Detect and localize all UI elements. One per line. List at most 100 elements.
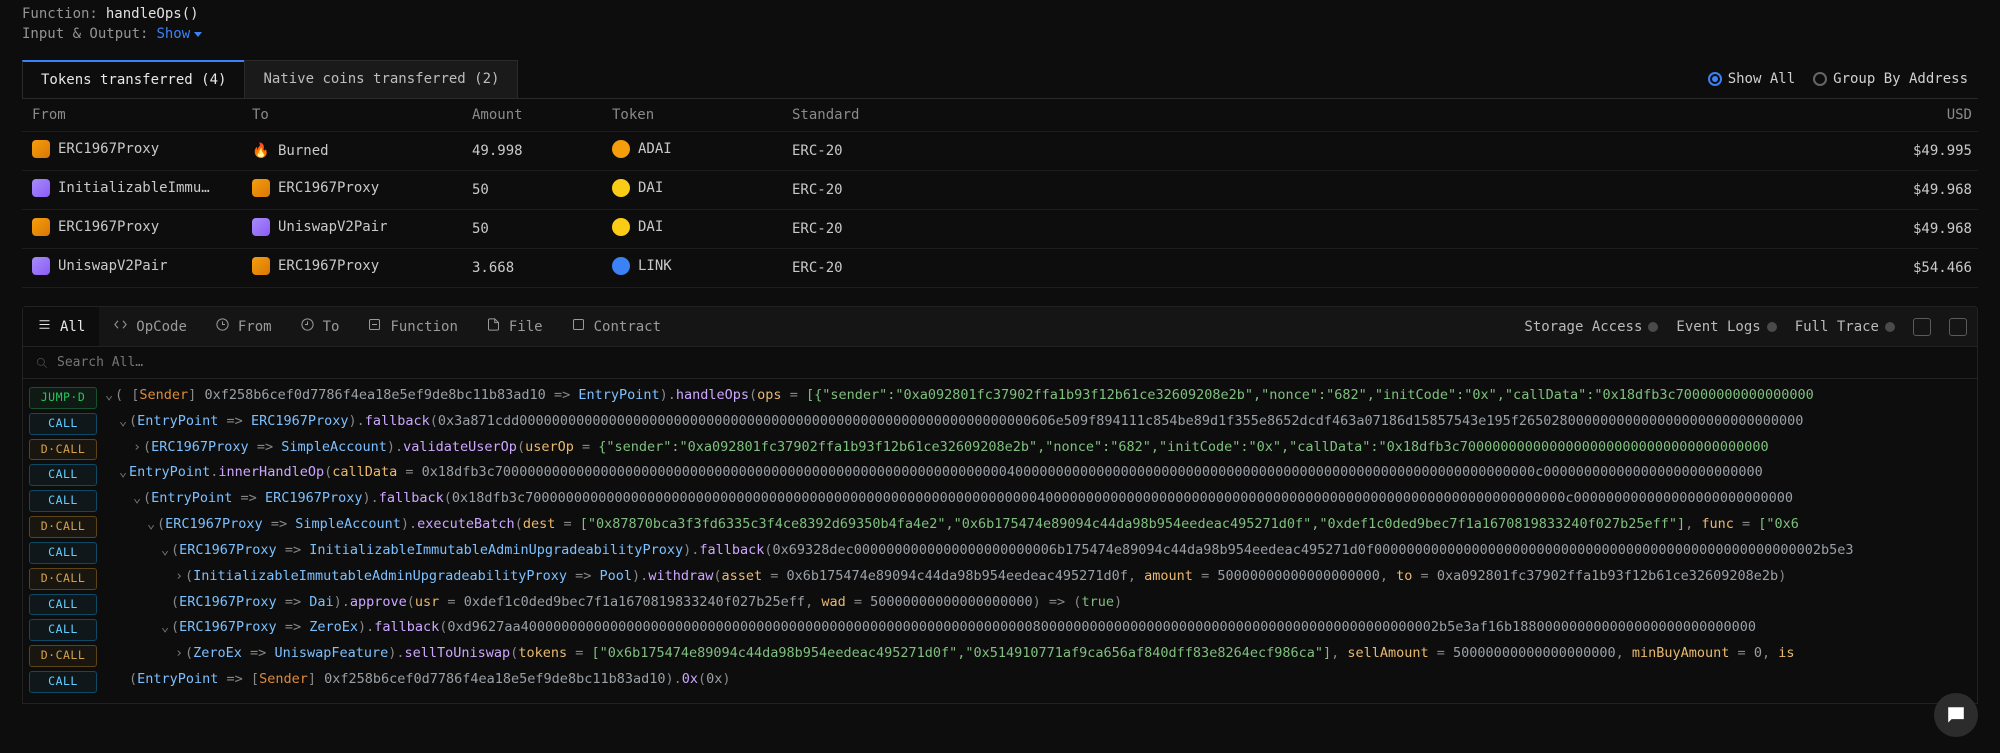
trace-row[interactable]: CALL⌄(ERC1967Proxy => ZeroEx).fallback(0… bbox=[29, 617, 1977, 643]
token-addr: 0x18dfb3c7000000000000000000000000000000… bbox=[452, 490, 1793, 506]
contract-icon bbox=[252, 257, 270, 275]
filter-tab-icon bbox=[113, 317, 128, 336]
opcode-pill: CALL bbox=[29, 542, 97, 564]
caret-down-icon[interactable]: ⌄ bbox=[147, 514, 157, 535]
token-punc: ). bbox=[334, 594, 350, 610]
token-contract: UniswapFeature bbox=[274, 645, 388, 661]
filter-tab-opcode[interactable]: OpCode bbox=[99, 307, 201, 346]
caret-down-icon[interactable]: ⌄ bbox=[105, 385, 115, 406]
token-punc: => bbox=[546, 387, 579, 403]
token-contract: ERC1967Proxy bbox=[265, 490, 363, 506]
token-punc: , bbox=[1616, 645, 1632, 661]
tab-tokens-transferred[interactable]: Tokens transferred (4) bbox=[22, 60, 245, 98]
table-row[interactable]: UniswapV2PairERC1967Proxy3.668LINKERC-20… bbox=[22, 249, 1978, 288]
collapse-button[interactable] bbox=[1949, 318, 1967, 336]
caret-down-icon[interactable]: ⌄ bbox=[133, 488, 143, 509]
col-standard: Standard bbox=[782, 99, 1426, 132]
trace-row[interactable]: D·CALL›(ZeroEx => UniswapFeature).sellTo… bbox=[29, 643, 1977, 669]
to-value: ERC1967Proxy bbox=[278, 180, 379, 196]
filter-tab-all[interactable]: All bbox=[23, 307, 99, 346]
caret-down-icon[interactable]: ⌄ bbox=[119, 462, 129, 483]
trace-row[interactable]: CALL⌄(ERC1967Proxy => InitializableImmut… bbox=[29, 540, 1977, 566]
tool-event-logs[interactable]: Event Logs bbox=[1676, 319, 1776, 335]
status-dot-icon bbox=[1767, 322, 1777, 332]
trace-row[interactable]: D·CALL⌄(ERC1967Proxy => SimpleAccount).e… bbox=[29, 514, 1977, 540]
opcode-pill: CALL bbox=[29, 413, 97, 435]
trace-row[interactable]: CALL⌄EntryPoint.innerHandleOp(callData =… bbox=[29, 462, 1977, 488]
token-addr: 0xdef1c0ded9bec7f1a1670819833240f027b25e… bbox=[464, 594, 805, 610]
filter-tab-file[interactable]: File bbox=[472, 307, 557, 346]
filter-tab-contract[interactable]: Contract bbox=[557, 307, 675, 346]
token-func: sellToUniswap bbox=[405, 645, 511, 661]
trace-row[interactable]: JUMP·D⌄( [Sender] 0xf258b6cef0d7786f4ea1… bbox=[29, 385, 1977, 411]
token-addr: 0x6b175474e89094c44da98b954eedeac495271d… bbox=[787, 568, 1128, 584]
caret-right-icon[interactable]: › bbox=[133, 437, 143, 458]
token-punc: ) bbox=[1114, 594, 1122, 610]
io-label: Input & Output: bbox=[22, 26, 148, 42]
caret-down-icon[interactable]: ⌄ bbox=[119, 411, 129, 432]
token-punc: = bbox=[574, 439, 598, 455]
trace-row[interactable]: CALL (EntryPoint => [Sender] 0xf258b6cef… bbox=[29, 669, 1977, 695]
token-symbol: ADAI bbox=[638, 141, 672, 157]
from-value: ERC1967Proxy bbox=[58, 141, 159, 157]
io-show-toggle[interactable]: Show bbox=[156, 26, 202, 42]
token-contract: Pool bbox=[600, 568, 633, 584]
to-value: UniswapV2Pair bbox=[278, 219, 388, 235]
filter-tab-label: Contract bbox=[594, 319, 661, 335]
token-sender: Sender bbox=[259, 671, 308, 687]
contract-icon bbox=[32, 218, 50, 236]
caret-spacer bbox=[119, 669, 129, 690]
filter-tab-icon bbox=[300, 317, 315, 336]
table-row[interactable]: ERC1967Proxy🔥Burned49.998ADAIERC-20$49.9… bbox=[22, 132, 1978, 171]
token-punc: => bbox=[263, 516, 296, 532]
tool-full-trace[interactable]: Full Trace bbox=[1795, 319, 1895, 335]
filter-tab-to[interactable]: To bbox=[286, 307, 354, 346]
tool-storage-access[interactable]: Storage Access bbox=[1524, 319, 1658, 335]
caret-down-icon[interactable]: ⌄ bbox=[161, 617, 171, 638]
token-lit: ["0x87870bca3f3fd6335c3f4ce8392d69350b4f… bbox=[580, 516, 1685, 532]
token-punc: ( bbox=[407, 594, 415, 610]
trace-row[interactable]: CALL⌄(EntryPoint => ERC1967Proxy).fallba… bbox=[29, 488, 1977, 514]
token-param: amount bbox=[1144, 568, 1193, 584]
caret-right-icon[interactable]: › bbox=[175, 566, 185, 587]
token-param: tokens bbox=[518, 645, 567, 661]
token-punc: ). bbox=[348, 413, 364, 429]
search-input[interactable] bbox=[57, 355, 1965, 370]
token-punc: ( bbox=[444, 490, 452, 506]
trace-row[interactable]: CALL⌄(EntryPoint => ERC1967Proxy).fallba… bbox=[29, 411, 1977, 437]
token-contract: EntryPoint bbox=[578, 387, 659, 403]
token-punc: ( bbox=[324, 464, 332, 480]
token-punc: => bbox=[232, 490, 265, 506]
token-addr: 50000000000000000000 bbox=[870, 594, 1033, 610]
table-row[interactable]: ERC1967ProxyUniswapV2Pair50DAIERC-20$49.… bbox=[22, 210, 1978, 249]
token-contract: EntryPoint bbox=[137, 671, 218, 687]
token-punc: ( bbox=[430, 413, 438, 429]
token-contract: EntryPoint bbox=[129, 464, 210, 480]
from-value: ERC1967Proxy bbox=[58, 219, 159, 235]
radio-show-all[interactable]: Show All bbox=[1708, 71, 1795, 87]
token-contract: SimpleAccount bbox=[281, 439, 387, 455]
token-param: userOp bbox=[525, 439, 574, 455]
expand-button[interactable] bbox=[1913, 318, 1931, 336]
trace-row[interactable]: CALL (ERC1967Proxy => Dai).approve(usr =… bbox=[29, 592, 1977, 618]
standard-value: ERC-20 bbox=[782, 210, 1426, 249]
token-punc: = bbox=[1412, 568, 1436, 584]
trace-row[interactable]: D·CALL›(ERC1967Proxy => SimpleAccount).v… bbox=[29, 437, 1977, 463]
token-param: to bbox=[1396, 568, 1412, 584]
chat-fab[interactable] bbox=[1934, 693, 1978, 737]
tab-native-coins[interactable]: Native coins transferred (2) bbox=[244, 60, 518, 98]
trace-row[interactable]: D·CALL›(InitializableImmutableAdminUpgra… bbox=[29, 566, 1977, 592]
token-contract: ERC1967Proxy bbox=[179, 594, 277, 610]
token-func: handleOps bbox=[676, 387, 749, 403]
caret-down-icon[interactable]: ⌄ bbox=[161, 540, 171, 561]
table-row[interactable]: InitializableImmu…ERC1967Proxy50DAIERC-2… bbox=[22, 171, 1978, 210]
caret-right-icon[interactable]: › bbox=[175, 643, 185, 664]
radio-group-by-address[interactable]: Group By Address bbox=[1813, 71, 1968, 87]
token-symbol: DAI bbox=[638, 180, 663, 196]
token-lit: true bbox=[1081, 594, 1114, 610]
token-punc: ( bbox=[129, 671, 137, 687]
token-func: fallback bbox=[699, 542, 764, 558]
filter-tab-from[interactable]: From bbox=[201, 307, 286, 346]
token-contract: ZeroEx bbox=[193, 645, 242, 661]
filter-tab-function[interactable]: Function bbox=[353, 307, 471, 346]
